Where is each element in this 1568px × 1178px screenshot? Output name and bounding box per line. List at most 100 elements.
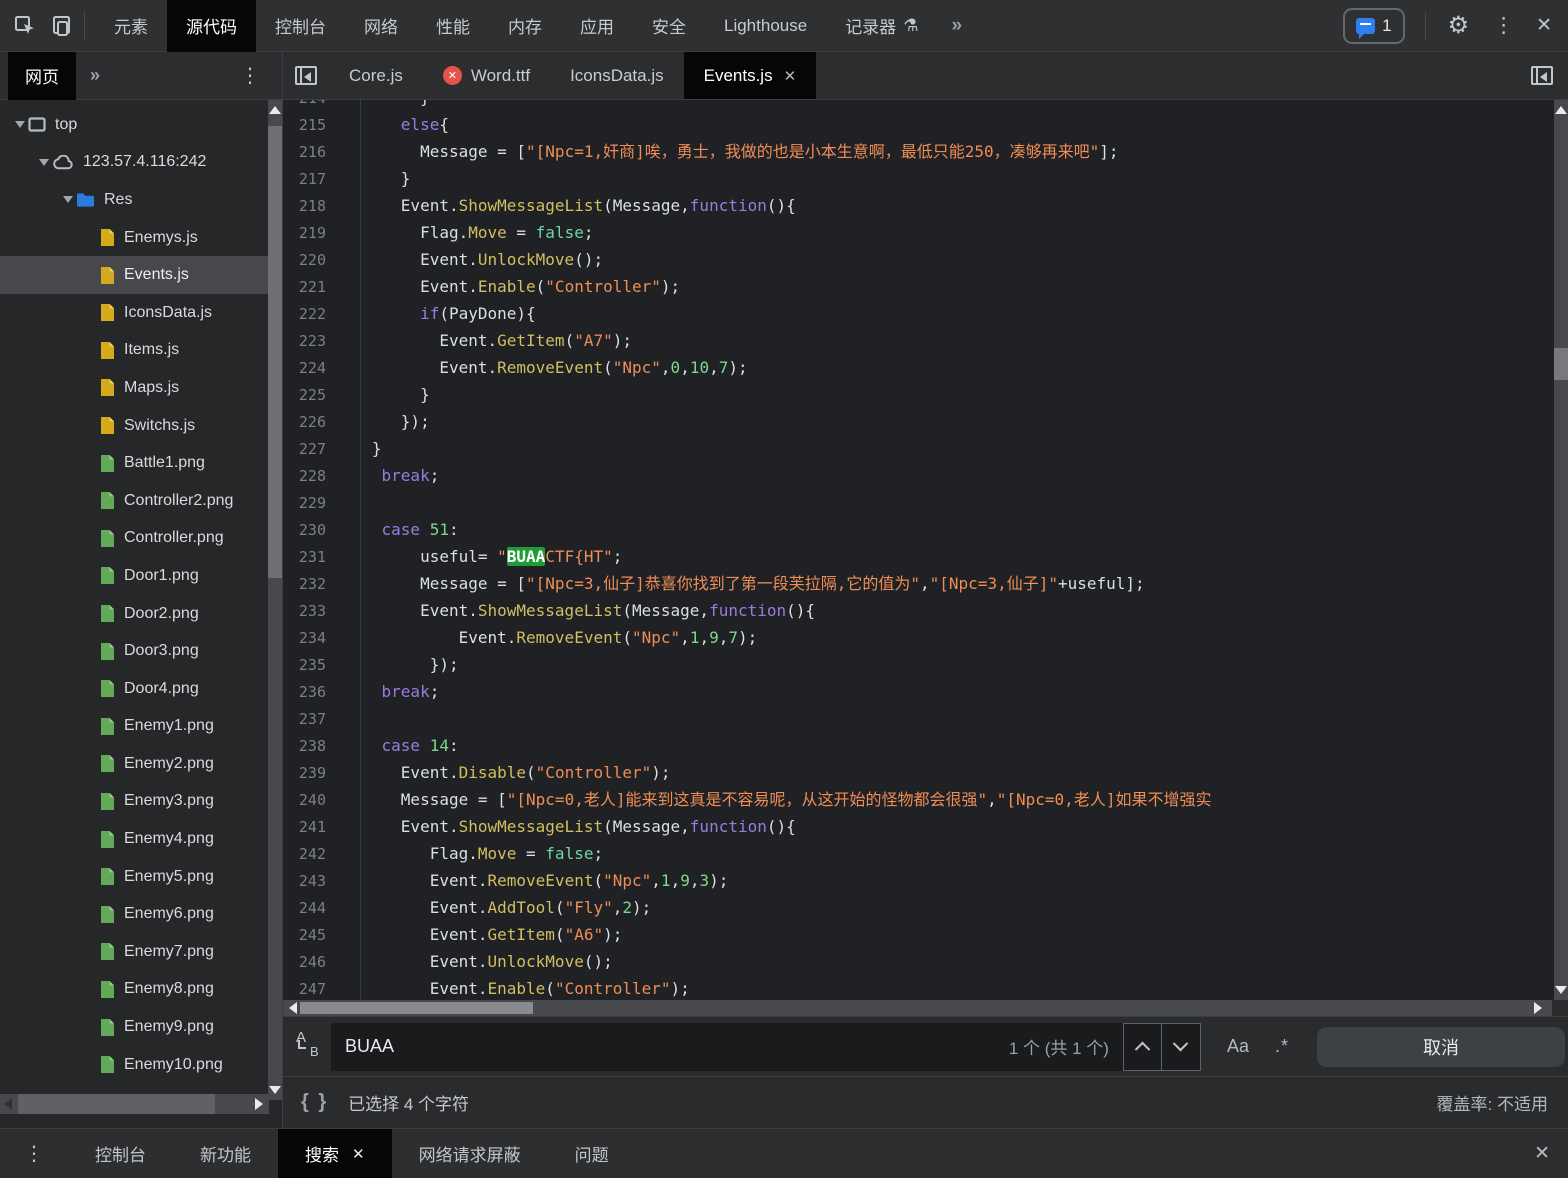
drawer-kebab-menu-icon[interactable]: ⋮	[0, 1129, 68, 1178]
navigator-kebab-menu-icon[interactable]: ⋮	[240, 63, 260, 88]
kebab-menu-icon[interactable]: ⋮	[1481, 13, 1526, 38]
scrollbar-thumb[interactable]	[18, 1094, 215, 1114]
line-number[interactable]: 235	[283, 652, 343, 679]
panel-tab-安全[interactable]: 安全	[633, 0, 705, 52]
tree-item[interactable]: 123.57.4.116:242	[0, 144, 269, 182]
expand-arrow-icon[interactable]	[60, 196, 76, 203]
next-match-button[interactable]	[1162, 1023, 1201, 1071]
scrollbar-thumb[interactable]	[268, 126, 282, 578]
panel-tab-应用[interactable]: 应用	[561, 0, 633, 52]
tree-item[interactable]: Door3.png	[0, 632, 269, 670]
line-number[interactable]: 219	[283, 220, 343, 247]
navigator-vertical-scrollbar[interactable]	[268, 100, 282, 1100]
close-devtools-icon[interactable]: ✕	[1526, 14, 1568, 37]
tree-item[interactable]: Enemy8.png	[0, 971, 269, 1009]
navigator-horizontal-scrollbar[interactable]	[0, 1094, 269, 1114]
tree-item[interactable]: Enemy1.png	[0, 708, 269, 746]
hide-navigator-icon[interactable]	[283, 52, 329, 99]
tree-item[interactable]: Battle1.png	[0, 444, 269, 482]
line-number[interactable]: 225	[283, 382, 343, 409]
editor-tab-Word.ttf[interactable]: ✕Word.ttf	[423, 52, 550, 99]
line-number[interactable]: 247	[283, 976, 343, 1000]
inspect-cursor-icon[interactable]	[14, 15, 36, 37]
match-case-toggle[interactable]: Aa	[1227, 1036, 1249, 1057]
scroll-left-arrow-icon[interactable]	[289, 1002, 297, 1014]
search-input[interactable]: BUAA 1 个 (共 1 个)	[331, 1023, 1201, 1071]
close-tab-icon[interactable]: ✕	[784, 67, 797, 85]
line-number[interactable]: 244	[283, 895, 343, 922]
panel-tab-Lighthouse[interactable]: Lighthouse	[705, 0, 826, 52]
line-number[interactable]: 246	[283, 949, 343, 976]
line-number[interactable]: 221	[283, 274, 343, 301]
line-number[interactable]: 224	[283, 355, 343, 382]
tree-item[interactable]: Controller2.png	[0, 482, 269, 520]
line-number[interactable]: 242	[283, 841, 343, 868]
drawer-tab-问题[interactable]: 问题	[548, 1129, 636, 1178]
line-number[interactable]: 222	[283, 301, 343, 328]
settings-gear-icon[interactable]: ⚙	[1436, 11, 1482, 40]
scroll-down-arrow-icon[interactable]	[1555, 986, 1567, 994]
more-navigator-tabs-button[interactable]: »	[90, 65, 100, 86]
line-number[interactable]: 238	[283, 733, 343, 760]
panel-tab-网络[interactable]: 网络	[345, 0, 417, 52]
line-number[interactable]: 241	[283, 814, 343, 841]
tree-item[interactable]: Enemy6.png	[0, 895, 269, 933]
expand-arrow-icon[interactable]	[12, 121, 28, 128]
editor-vertical-scrollbar[interactable]	[1554, 100, 1568, 1000]
pretty-print-icon[interactable]: { }	[301, 1091, 328, 1114]
drawer-tab-搜索[interactable]: 搜索✕	[278, 1129, 392, 1178]
panel-tab-控制台[interactable]: 控制台	[256, 0, 345, 52]
tree-item[interactable]: Enemy2.png	[0, 745, 269, 783]
line-number[interactable]: 218	[283, 193, 343, 220]
line-number[interactable]: 232	[283, 571, 343, 598]
panel-tab-内存[interactable]: 内存	[489, 0, 561, 52]
close-tab-icon[interactable]: ✕	[352, 1145, 365, 1163]
panel-tab-元素[interactable]: 元素	[95, 0, 167, 52]
line-number[interactable]: 226	[283, 409, 343, 436]
editor-horizontal-scrollbar[interactable]	[283, 1000, 1568, 1016]
line-number[interactable]: 236	[283, 679, 343, 706]
line-number[interactable]: 231	[283, 544, 343, 571]
show-debugger-panel-icon[interactable]	[1516, 52, 1568, 99]
scrollbar-thumb[interactable]	[300, 1002, 533, 1014]
line-number[interactable]: 223	[283, 328, 343, 355]
line-number[interactable]: 228	[283, 463, 343, 490]
tree-item[interactable]: Door2.png	[0, 595, 269, 633]
line-number[interactable]: 245	[283, 922, 343, 949]
panel-tab-源代码[interactable]: 源代码	[167, 0, 256, 52]
tree-item[interactable]: Events.js	[0, 256, 269, 294]
line-number[interactable]: 234	[283, 625, 343, 652]
drawer-tab-网络请求屏蔽[interactable]: 网络请求屏蔽	[392, 1129, 548, 1178]
scroll-up-arrow-icon[interactable]	[269, 106, 281, 114]
line-number[interactable]: 217	[283, 166, 343, 193]
line-number[interactable]: 215	[283, 112, 343, 139]
line-number[interactable]: 237	[283, 706, 343, 733]
tree-item[interactable]: Enemy10.png	[0, 1046, 269, 1084]
tree-item[interactable]: Maps.js	[0, 369, 269, 407]
line-number[interactable]: 233	[283, 598, 343, 625]
scroll-up-arrow-icon[interactable]	[1555, 106, 1567, 114]
previous-match-button[interactable]	[1123, 1023, 1162, 1071]
panel-tab-性能[interactable]: 性能	[417, 0, 489, 52]
drawer-tab-控制台[interactable]: 控制台	[68, 1129, 173, 1178]
scroll-down-arrow-icon[interactable]	[269, 1086, 281, 1094]
tree-item[interactable]: Items.js	[0, 332, 269, 370]
cancel-button[interactable]: 取消	[1317, 1027, 1565, 1067]
tree-item[interactable]: Door4.png	[0, 670, 269, 708]
device-toolbar-icon[interactable]	[50, 14, 74, 38]
line-number[interactable]: 230	[283, 517, 343, 544]
editor-tab-Events.js[interactable]: Events.js✕	[684, 52, 817, 99]
scrollbar-thumb[interactable]	[1554, 348, 1568, 380]
issues-badge[interactable]: 1	[1343, 8, 1404, 44]
drawer-tab-新功能[interactable]: 新功能	[173, 1129, 278, 1178]
line-number[interactable]: 243	[283, 868, 343, 895]
line-number[interactable]: 240	[283, 787, 343, 814]
regex-toggle[interactable]: .*	[1275, 1036, 1289, 1057]
tree-item[interactable]: Switchs.js	[0, 407, 269, 445]
tree-item[interactable]: Enemy5.png	[0, 858, 269, 896]
tree-item[interactable]: Controller.png	[0, 520, 269, 558]
scroll-left-arrow-icon[interactable]	[4, 1098, 12, 1110]
tree-item[interactable]: Enemy4.png	[0, 820, 269, 858]
scroll-right-arrow-icon[interactable]	[1534, 1002, 1542, 1014]
expand-arrow-icon[interactable]	[36, 159, 52, 166]
